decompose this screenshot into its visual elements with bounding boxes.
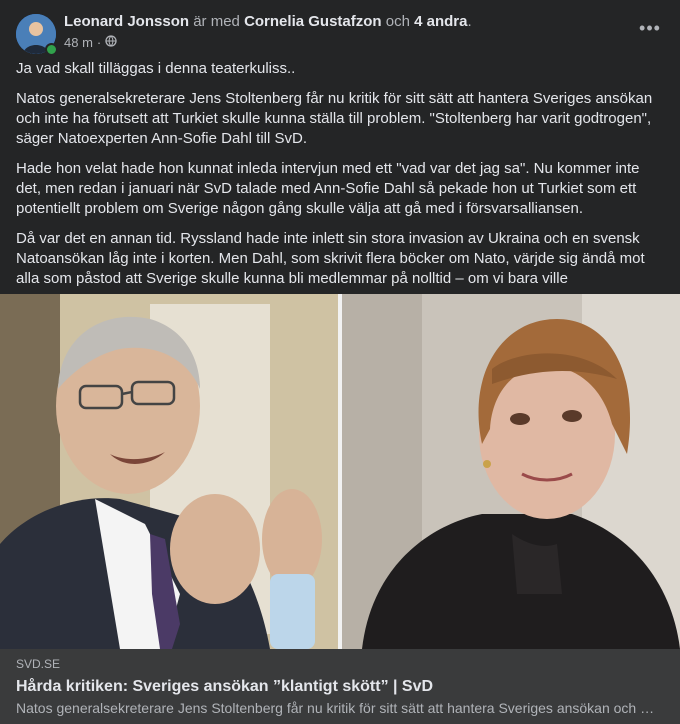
others-link[interactable]: 4 andra — [414, 13, 467, 30]
meta-separator: · — [96, 35, 102, 50]
link-image[interactable] — [0, 294, 680, 649]
facebook-post: Leonard Jonsson är med Cornelia Gustafzo… — [0, 0, 680, 724]
post-meta: 48 m · — [64, 35, 117, 50]
with-text: är med — [193, 13, 240, 30]
post-paragraph: Hade hon velat hade hon kunnat inleda in… — [16, 160, 640, 217]
photo-dahl — [342, 294, 680, 649]
tagged-user[interactable]: Cornelia Gustafzon — [244, 13, 382, 30]
globe-icon[interactable] — [105, 35, 117, 50]
and-text: och — [385, 13, 410, 30]
post-header: Leonard Jonsson är med Cornelia Gustafzo… — [16, 12, 664, 56]
post-paragraph: Ja vad skall tilläggas i denna teaterkul… — [16, 60, 296, 77]
post-paragraph: Då var det en annan tid. Ryssland hade i… — [16, 230, 645, 287]
more-horizontal-icon: ••• — [639, 17, 661, 38]
photo-stoltenberg — [0, 294, 338, 649]
link-preview[interactable]: SVD.SE Hårda kritiken: Sveriges ansökan … — [0, 649, 680, 724]
post-paragraph: Natos generalsekreterare Jens Stoltenber… — [16, 90, 653, 147]
header-period: . — [467, 13, 472, 30]
post-header-line: Leonard Jonsson är med Cornelia Gustafzo… — [64, 13, 472, 30]
post-text: Ja vad skall tilläggas i denna teaterkul… — [16, 59, 660, 299]
online-status-dot — [45, 43, 58, 56]
author-name[interactable]: Leonard Jonsson — [64, 13, 189, 30]
link-title[interactable]: Hårda kritiken: Sveriges ansökan ”klanti… — [16, 678, 433, 696]
post-time[interactable]: 48 m — [64, 35, 93, 50]
more-options-button[interactable]: ••• — [636, 18, 664, 38]
link-description: Natos generalsekreterare Jens Stoltenber… — [16, 700, 656, 716]
link-domain: SVD.SE — [16, 657, 61, 671]
